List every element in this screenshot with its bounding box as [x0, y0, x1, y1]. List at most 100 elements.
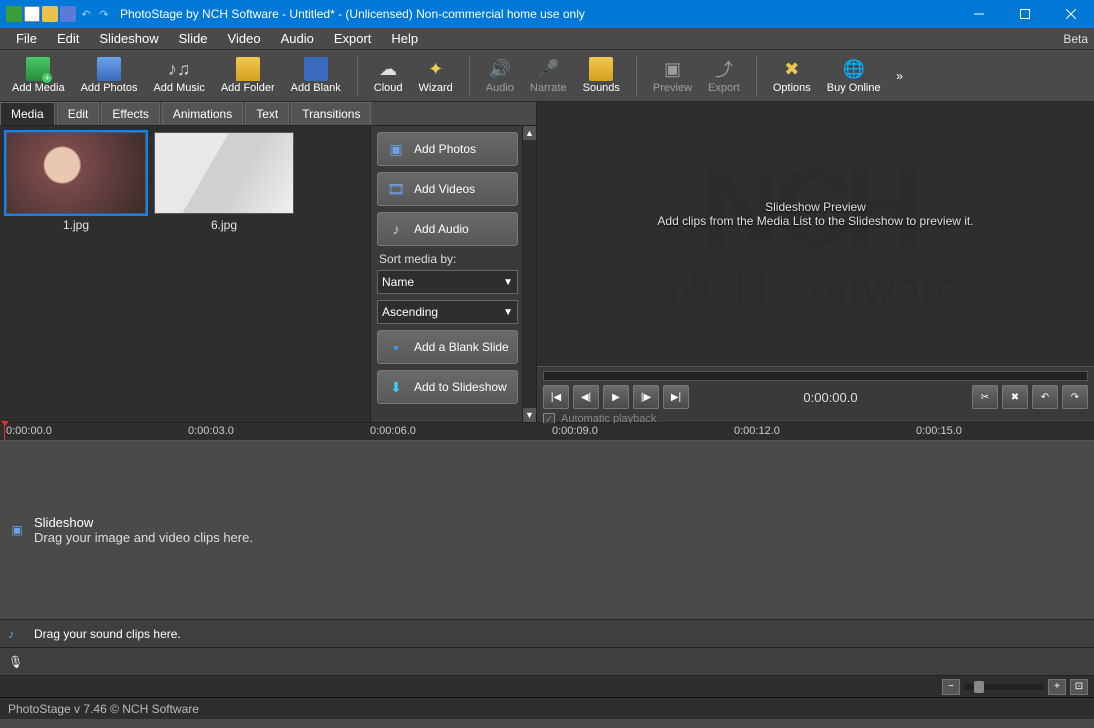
sounds-icon [589, 57, 613, 81]
zoom-out-button[interactable]: − [942, 679, 960, 695]
video-track[interactable]: ▣ Slideshow Drag your image and video cl… [0, 441, 1094, 619]
menu-audio[interactable]: Audio [271, 29, 324, 48]
narrate-button[interactable]: 🎤Narrate [524, 52, 573, 100]
add-to-slideshow-action[interactable]: ⬇Add to Slideshow [377, 370, 518, 404]
redo-preview-button[interactable]: ↷ [1062, 385, 1088, 409]
nch-watermark: NCH® NCH Software [537, 102, 1094, 366]
save-icon[interactable] [60, 6, 76, 22]
audio-track[interactable]: ♪ Drag your sound clips here. [0, 619, 1094, 647]
sounds-button[interactable]: Sounds [577, 52, 626, 100]
preview-button[interactable]: ▣Preview [647, 52, 698, 100]
ruler-time: 0:00:03.0 [188, 425, 234, 437]
thumb-image [154, 132, 294, 214]
tab-media[interactable]: Media [0, 102, 55, 125]
add-blank-slide-action[interactable]: ▪Add a Blank Slide [377, 330, 518, 364]
separator [756, 56, 757, 96]
menu-edit[interactable]: Edit [47, 29, 89, 48]
audio-track-hint: Drag your sound clips here. [34, 627, 181, 641]
buy-online-button[interactable]: 🌐Buy Online [821, 52, 887, 100]
mic-track-icon: 🎙 [8, 655, 26, 669]
status-text: PhotoStage v 7.46 © NCH Software [8, 702, 199, 716]
export-button[interactable]: ⤴Export [702, 52, 746, 100]
new-icon[interactable] [24, 6, 40, 22]
timeline: 0:00:00.0 0:00:03.0 0:00:06.0 0:00:09.0 … [0, 422, 1094, 697]
undo-preview-button[interactable]: ↶ [1032, 385, 1058, 409]
preview-area: NCH® NCH Software Slideshow Preview Add … [537, 102, 1094, 366]
mic-track[interactable]: 🎙 [0, 647, 1094, 675]
menu-help[interactable]: Help [381, 29, 428, 48]
beta-label[interactable]: Beta [1063, 32, 1088, 46]
media-thumb[interactable]: 6.jpg [154, 132, 294, 232]
timeline-ruler[interactable]: 0:00:00.0 0:00:03.0 0:00:06.0 0:00:09.0 … [0, 423, 1094, 441]
cloud-button[interactable]: ☁Cloud [368, 52, 409, 100]
preview-seekbar[interactable] [543, 371, 1088, 381]
add-media-icon: + [26, 57, 50, 81]
close-button[interactable] [1048, 0, 1094, 28]
step-forward-button[interactable]: |▶ [633, 385, 659, 409]
delete-button[interactable]: ✖ [1002, 385, 1028, 409]
music-icon: ♪♫ [167, 57, 191, 81]
toolbar-overflow[interactable]: » [891, 52, 909, 100]
export-icon: ⤴ [712, 57, 736, 81]
menu-slideshow[interactable]: Slideshow [89, 29, 168, 48]
menu-file[interactable]: File [6, 29, 47, 48]
sort-field-select[interactable]: Name▼ [377, 270, 518, 294]
options-button[interactable]: ✖Options [767, 52, 817, 100]
menu-export[interactable]: Export [324, 29, 382, 48]
chevron-down-icon: ▼ [503, 277, 513, 288]
play-button[interactable]: ▶ [603, 385, 629, 409]
scrollbar[interactable]: ▲ ▼ [522, 126, 536, 422]
sort-label: Sort media by: [379, 252, 518, 266]
scroll-down-arrow[interactable]: ▼ [523, 408, 536, 422]
add-videos-action[interactable]: 🎞Add Videos [377, 172, 518, 206]
ruler-time: 0:00:12.0 [734, 425, 780, 437]
undo-icon[interactable]: ↶ [78, 6, 94, 22]
cut-button[interactable]: ✂ [972, 385, 998, 409]
skip-end-button[interactable]: ▶| [663, 385, 689, 409]
maximize-button[interactable] [1002, 0, 1048, 28]
add-music-button[interactable]: ♪♫Add Music [147, 52, 210, 100]
separator [469, 56, 470, 96]
wizard-button[interactable]: ✦Wizard [413, 52, 459, 100]
cloud-icon: ☁ [376, 57, 400, 81]
thumb-caption: 1.jpg [6, 218, 146, 232]
add-folder-button[interactable]: Add Folder [215, 52, 281, 100]
scroll-up-arrow[interactable]: ▲ [523, 126, 536, 140]
download-icon: ⬇ [386, 377, 406, 397]
redo-icon[interactable]: ↷ [96, 6, 112, 22]
media-actions: ▣Add Photos 🎞Add Videos ♪Add Audio Sort … [370, 126, 536, 422]
tab-edit[interactable]: Edit [57, 102, 100, 125]
titlebar: ↶ ↷ PhotoStage by NCH Software - Untitle… [0, 0, 1094, 28]
ruler-time: 0:00:00.0 [6, 425, 52, 437]
add-media-button[interactable]: +Add Media [6, 52, 71, 100]
add-blank-button[interactable]: Add Blank [285, 52, 347, 100]
sort-order-select[interactable]: Ascending▼ [377, 300, 518, 324]
add-photos-action[interactable]: ▣Add Photos [377, 132, 518, 166]
media-thumb[interactable]: 1.jpg [6, 132, 146, 232]
minimize-button[interactable] [956, 0, 1002, 28]
mic-icon: 🎤 [536, 57, 560, 81]
zoom-in-button[interactable]: + [1048, 679, 1066, 695]
zoom-slider[interactable] [964, 684, 1044, 690]
open-icon[interactable] [42, 6, 58, 22]
audio-button[interactable]: 🔊Audio [480, 52, 520, 100]
tab-transitions[interactable]: Transitions [291, 102, 371, 125]
preview-panel: NCH® NCH Software Slideshow Preview Add … [537, 102, 1094, 422]
step-back-button[interactable]: ◀| [573, 385, 599, 409]
tab-animations[interactable]: Animations [162, 102, 243, 125]
audio-track-icon: ♪ [8, 627, 26, 641]
add-audio-action[interactable]: ♪Add Audio [377, 212, 518, 246]
separator [636, 56, 637, 96]
zoom-fit-button[interactable]: ⊡ [1070, 679, 1088, 695]
tab-text[interactable]: Text [245, 102, 289, 125]
playhead[interactable] [4, 423, 5, 440]
main-area: Media Edit Effects Animations Text Trans… [0, 102, 1094, 422]
media-thumbnails[interactable]: 1.jpg 6.jpg [0, 126, 370, 422]
menu-slide[interactable]: Slide [169, 29, 218, 48]
tab-effects[interactable]: Effects [101, 102, 159, 125]
video-track-title: Slideshow [34, 515, 1086, 530]
add-photos-button[interactable]: Add Photos [75, 52, 144, 100]
menu-video[interactable]: Video [218, 29, 271, 48]
skip-start-button[interactable]: |◀ [543, 385, 569, 409]
app-icon [6, 6, 22, 22]
